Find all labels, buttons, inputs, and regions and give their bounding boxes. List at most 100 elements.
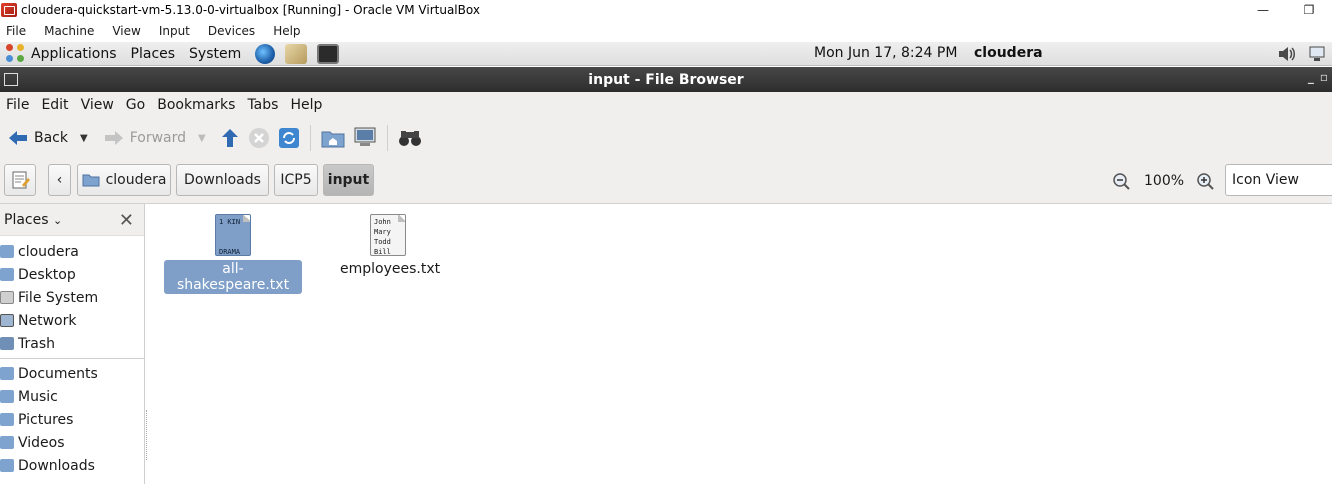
menu-view[interactable]: View: [75, 97, 120, 113]
close-sidebar-icon[interactable]: ✕: [119, 210, 134, 231]
file-preview-line: 1 KIN: [219, 218, 241, 226]
crumb-input[interactable]: input: [323, 164, 374, 196]
sidebar-item-desktop[interactable]: Desktop: [0, 263, 144, 286]
home-folder-icon: [321, 131, 345, 148]
crumb-cloudera[interactable]: cloudera: [77, 164, 171, 196]
edit-location-icon: [12, 171, 30, 189]
sidebar-item-trash[interactable]: Trash: [0, 332, 144, 355]
places-menu[interactable]: Places: [131, 46, 176, 62]
zoom-out-icon[interactable]: [1112, 172, 1130, 190]
forward-history-chevron-icon[interactable]: ▼: [198, 133, 206, 144]
file-item[interactable]: John Mary Todd Bill employees.txt: [336, 214, 440, 278]
host-menu-machine[interactable]: Machine: [38, 24, 100, 38]
back-button[interactable]: Back ▼: [4, 123, 92, 153]
view-mode-select[interactable]: Icon View: [1225, 164, 1332, 196]
reload-button[interactable]: [274, 123, 304, 153]
host-menu-devices[interactable]: Devices: [202, 24, 261, 38]
menu-tabs[interactable]: Tabs: [241, 97, 284, 113]
sidebar-item-network[interactable]: Network: [0, 309, 144, 332]
window-menu-icon[interactable]: [4, 73, 18, 86]
pictures-folder-icon: [0, 413, 14, 426]
sidebar-item-label: Downloads: [18, 457, 95, 474]
home-folder-icon: [82, 174, 100, 187]
menu-help[interactable]: Help: [284, 97, 328, 113]
window-title: input - File Browser: [588, 71, 744, 88]
web-browser-launcher-icon[interactable]: [255, 43, 276, 64]
host-menu-file[interactable]: File: [0, 24, 32, 38]
home-button[interactable]: [317, 123, 349, 153]
zoom-in-icon[interactable]: [1196, 172, 1214, 190]
toolbar-separator: [309, 125, 311, 151]
back-label: Back: [34, 130, 68, 146]
sidebar-item-videos[interactable]: Videos: [0, 431, 144, 454]
file-preview-line: Bill: [374, 248, 391, 256]
mail-launcher-icon[interactable]: [285, 43, 308, 64]
menu-go[interactable]: Go: [120, 97, 151, 113]
back-history-chevron-icon[interactable]: ▼: [80, 133, 88, 144]
host-window-controls: — ❐: [1240, 0, 1332, 20]
sidebar-title: Places: [4, 211, 49, 228]
host-window-title: cloudera-quickstart-vm-5.13.0-0-virtualb…: [21, 3, 480, 17]
host-menu-help[interactable]: Help: [267, 24, 306, 38]
view-mode-value: Icon View: [1232, 172, 1299, 188]
up-button[interactable]: [216, 123, 244, 153]
sidebar-item-file-system[interactable]: File System: [0, 286, 144, 309]
toolbar-separator: [386, 125, 388, 151]
folder-icon: [0, 367, 14, 380]
videos-folder-icon: [0, 436, 14, 449]
sidebar-item-label: File System: [18, 289, 99, 306]
clock[interactable]: Mon Jun 17, 8:24 PM: [814, 45, 957, 61]
stop-icon: [248, 128, 269, 148]
window-minimize-icon[interactable]: _: [1308, 70, 1314, 84]
icon-view[interactable]: 1 KIN DRAMA all-shakespeare.txt John Mar…: [150, 204, 1332, 484]
sidebar-item-music[interactable]: Music: [0, 385, 144, 408]
volume-icon[interactable]: [1276, 44, 1298, 64]
forward-label: Forward: [129, 130, 187, 146]
sidebar-item-cloudera[interactable]: cloudera: [0, 240, 144, 263]
network-icon[interactable]: [1306, 44, 1328, 64]
file-name: employees.txt: [340, 261, 441, 277]
terminal-launcher-icon[interactable]: [317, 43, 340, 64]
restore-icon[interactable]: ❐: [1286, 0, 1332, 20]
file-preview-line: [219, 237, 247, 247]
menu-edit[interactable]: Edit: [35, 97, 74, 113]
menu-bookmarks[interactable]: Bookmarks: [151, 97, 241, 113]
applications-menu[interactable]: Applications: [31, 46, 117, 62]
binoculars-icon: [398, 131, 421, 146]
host-menu-input[interactable]: Input: [153, 24, 196, 38]
forward-button[interactable]: Forward ▼: [100, 123, 210, 153]
user-menu[interactable]: cloudera: [974, 45, 1043, 61]
zoom-level: 100%: [1144, 173, 1185, 189]
chevron-down-icon: ⌄: [52, 213, 63, 227]
sidebar-item-documents[interactable]: Documents: [0, 362, 144, 385]
virtualbox-icon: [1, 3, 17, 17]
file-preview-line: John: [374, 218, 391, 226]
window-titlebar: input - File Browser _ ▫: [0, 67, 1332, 92]
sidebar-mode-select[interactable]: Places ⌄: [4, 212, 62, 228]
crumb-label: cloudera: [105, 172, 167, 188]
sidebar-item-label: Videos: [18, 434, 65, 451]
stop-button[interactable]: [244, 123, 274, 153]
window-maximize-icon[interactable]: ▫: [1320, 70, 1328, 84]
menu-file[interactable]: File: [0, 97, 35, 113]
system-menu[interactable]: System: [189, 46, 241, 62]
sidebar-item-label: Desktop: [18, 266, 76, 283]
search-button[interactable]: [394, 123, 426, 153]
zoom-control: 100%: [1112, 172, 1214, 190]
host-menu-view[interactable]: View: [106, 24, 146, 38]
drive-icon: [0, 291, 14, 304]
crumb-downloads[interactable]: Downloads: [176, 164, 269, 196]
minimize-icon[interactable]: —: [1240, 0, 1286, 20]
desktop-folder-icon: [0, 268, 14, 281]
back-arrow-icon: [9, 131, 27, 145]
sidebar-item-pictures[interactable]: Pictures: [0, 408, 144, 431]
sidebar-resize-handle[interactable]: [146, 410, 148, 460]
computer-button[interactable]: [349, 123, 381, 153]
path-scroll-left-button[interactable]: ‹: [48, 164, 71, 196]
sidebar-item-downloads[interactable]: Downloads: [0, 454, 144, 477]
sidebar-item-label: Trash: [18, 335, 55, 352]
edit-location-button[interactable]: [4, 164, 36, 196]
file-item[interactable]: 1 KIN DRAMA all-shakespeare.txt: [164, 214, 302, 294]
crumb-icp5[interactable]: ICP5: [274, 164, 318, 196]
forward-arrow-icon: [104, 131, 123, 145]
